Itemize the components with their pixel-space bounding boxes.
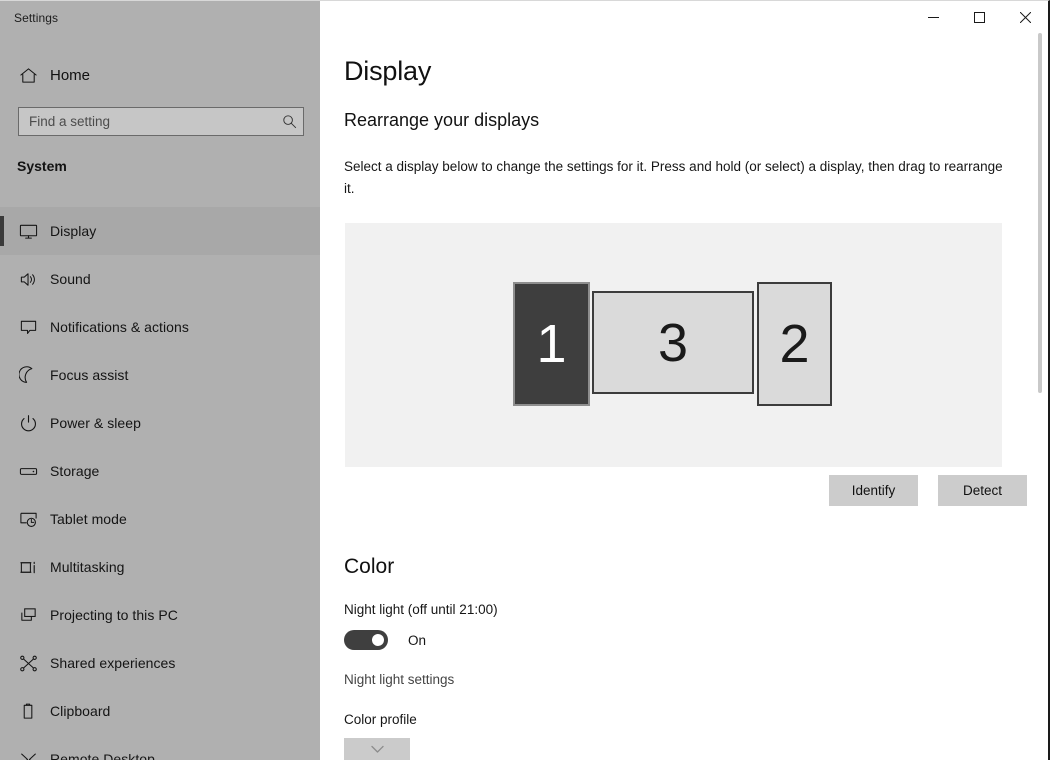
search-input[interactable] (19, 108, 275, 135)
color-profile-dropdown[interactable] (344, 738, 410, 760)
sidebar-item-home[interactable]: Home (0, 59, 320, 91)
home-icon (6, 66, 50, 85)
sidebar-nav-list: Display Sound Notifications & actions Fo… (0, 207, 320, 760)
minimize-icon (927, 12, 939, 23)
sidebar: Home System Display (0, 1, 320, 760)
display-action-buttons: Identify Detect (345, 475, 1027, 506)
sidebar-item-label: Power & sleep (50, 415, 141, 431)
display-tile-1[interactable]: 1 (513, 282, 590, 406)
maximize-icon (973, 11, 985, 23)
display-number: 2 (779, 314, 810, 374)
sidebar-item-label: Display (50, 223, 97, 239)
sidebar-item-label: Shared experiences (50, 655, 176, 671)
moon-icon (6, 365, 50, 385)
rearrange-heading: Rearrange your displays (344, 110, 540, 130)
detect-button[interactable]: Detect (938, 475, 1027, 506)
close-button[interactable] (1002, 1, 1048, 33)
toggle-knob (372, 634, 384, 646)
display-number: 3 (657, 312, 689, 373)
sidebar-item-label: Remote Desktop (50, 751, 155, 760)
minimize-button[interactable] (910, 1, 956, 33)
sidebar-home-label: Home (50, 66, 91, 84)
sidebar-item-label: Projecting to this PC (50, 607, 178, 623)
sidebar-item-sound[interactable]: Sound (0, 255, 320, 303)
page-title: Display (344, 56, 432, 86)
sidebar-item-remote-desktop[interactable]: Remote Desktop (0, 735, 320, 760)
project-icon (6, 606, 50, 625)
display-arrangement-canvas[interactable]: 1 3 2 (345, 223, 1002, 467)
sidebar-item-label: Storage (50, 463, 100, 479)
sidebar-item-storage[interactable]: Storage (0, 447, 320, 495)
display-tile-3[interactable]: 3 (592, 291, 754, 394)
sidebar-section-title: System (17, 158, 67, 174)
multitasking-icon (6, 558, 50, 577)
maximize-button[interactable] (956, 1, 1002, 33)
night-light-toggle-row: On (344, 629, 426, 651)
drive-icon (6, 462, 50, 481)
power-icon (6, 414, 50, 433)
speaker-icon (6, 270, 50, 289)
sidebar-item-shared-experiences[interactable]: Shared experiences (0, 639, 320, 687)
sidebar-item-power-sleep[interactable]: Power & sleep (0, 399, 320, 447)
scrollbar-thumb[interactable] (1038, 33, 1042, 393)
search-icon (275, 114, 303, 129)
identify-button[interactable]: Identify (829, 475, 918, 506)
sidebar-item-label: Sound (50, 271, 91, 287)
sidebar-item-label: Tablet mode (50, 511, 127, 527)
remote-desktop-icon (6, 750, 50, 760)
color-section-heading: Color (344, 555, 395, 578)
main-content: Display Rearrange your displays Select a… (320, 1, 1048, 760)
night-light-state-label: On (408, 632, 427, 648)
share-icon (6, 654, 50, 673)
monitor-icon (6, 222, 50, 241)
sidebar-item-clipboard[interactable]: Clipboard (0, 687, 320, 735)
close-icon (1019, 11, 1031, 23)
night-light-label: Night light (off until 21:00) (344, 602, 498, 617)
night-light-settings-link[interactable]: Night light settings (344, 672, 454, 687)
notification-icon (6, 318, 50, 337)
color-profile-label: Color profile (344, 712, 417, 727)
chevron-down-icon (370, 741, 384, 759)
night-light-toggle[interactable] (344, 630, 388, 650)
sidebar-item-label: Notifications & actions (50, 319, 189, 335)
sidebar-item-tablet-mode[interactable]: Tablet mode (0, 495, 320, 543)
rearrange-description: Select a display below to change the set… (344, 159, 1003, 196)
sidebar-item-label: Multitasking (50, 559, 125, 575)
display-number: 1 (536, 314, 567, 374)
sidebar-item-label: Focus assist (50, 367, 129, 383)
tablet-icon (6, 510, 50, 529)
sidebar-item-multitasking[interactable]: Multitasking (0, 543, 320, 591)
display-tile-2[interactable]: 2 (757, 282, 832, 406)
sidebar-item-display[interactable]: Display (0, 207, 320, 255)
sidebar-item-label: Clipboard (50, 703, 111, 719)
search-box[interactable] (18, 107, 304, 136)
sidebar-item-notifications[interactable]: Notifications & actions (0, 303, 320, 351)
vertical-scrollbar[interactable] (1034, 33, 1046, 760)
clipboard-icon (6, 702, 50, 721)
sidebar-item-focus-assist[interactable]: Focus assist (0, 351, 320, 399)
window-controls (910, 1, 1048, 33)
sidebar-item-projecting[interactable]: Projecting to this PC (0, 591, 320, 639)
settings-window: Settings Home Find a setting System Disp… (0, 0, 1050, 760)
